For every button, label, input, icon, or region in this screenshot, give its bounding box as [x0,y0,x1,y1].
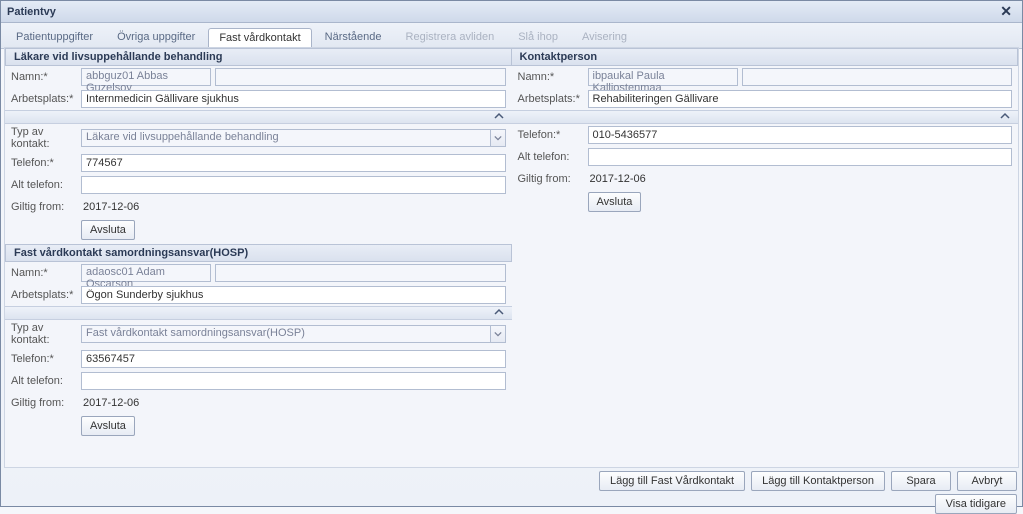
avsluta-button-2[interactable]: Avsluta [81,416,135,436]
alttelefon-field-r[interactable] [588,148,1013,166]
arbetsplats-field-2[interactable] [81,286,506,304]
giltig-value-1: 2017-12-06 [81,201,139,213]
collapse-toggle-2[interactable] [5,306,512,320]
left-column: Läkare vid livsuppehållande behandling N… [5,48,512,467]
close-icon[interactable]: ✕ [996,3,1016,20]
collapse-toggle-r[interactable] [512,110,1019,124]
window-title: Patientvy [7,6,56,18]
namn-field[interactable]: abbguz01 Abbas Guzelsoy [81,68,211,86]
alttelefon-field-1[interactable] [81,176,506,194]
label-telefon: Telefon:* [11,157,81,169]
lagg-till-kontaktperson-button[interactable]: Lägg till Kontaktperson [751,471,885,491]
arbetsplats-field-r[interactable] [588,90,1013,108]
lagg-till-vardkontakt-button[interactable]: Lägg till Fast Vårdkontakt [599,471,745,491]
visa-tidigare-button[interactable]: Visa tidigare [935,494,1017,514]
telefon-field-2[interactable] [81,350,506,368]
tab-registrera-avliden: Registrera avliden [395,27,506,48]
label-alttelefon: Alt telefon: [518,151,588,163]
label-alttelefon: Alt telefon: [11,179,81,191]
titlebar: Patientvy ✕ [1,1,1022,23]
arbetsplats-field[interactable] [81,90,506,108]
label-arbetsplats: Arbetsplats:* [518,93,588,105]
chevron-up-icon [494,111,504,124]
label-telefon: Telefon:* [11,353,81,365]
collapse-toggle-1[interactable] [5,110,512,124]
footer: Lägg till Fast Vårdkontakt Lägg till Kon… [4,471,1019,503]
avbryt-button[interactable]: Avbryt [957,471,1017,491]
label-namn: Namn:* [518,71,588,83]
tab-ovriga-uppgifter[interactable]: Övriga uppgifter [106,27,206,48]
label-typ: Typ av kontakt: [11,322,81,346]
label-telefon: Telefon:* [518,129,588,141]
label-arbetsplats: Arbetsplats:* [11,289,81,301]
tab-narstaende[interactable]: Närstående [314,27,393,48]
giltig-value-2: 2017-12-06 [81,397,139,409]
chevron-down-icon [490,325,506,343]
label-giltig: Giltig from: [11,201,81,213]
typ-value: Läkare vid livsuppehållande behandling [81,129,490,147]
chevron-down-icon [490,129,506,147]
typ-value-2: Fast vårdkontakt samordningsansvar(HOSP) [81,325,490,343]
tab-fast-vardkontakt[interactable]: Fast vårdkontakt [208,28,311,49]
content-area: Läkare vid livsuppehållande behandling N… [4,47,1019,468]
section-header-lakare: Läkare vid livsuppehållande behandling [5,48,512,66]
namn-trail-2 [215,264,506,282]
chevron-up-icon [494,307,504,320]
telefon-field-1[interactable] [81,154,506,172]
namn-field-2[interactable]: adaosc01 Adam Oscarson [81,264,211,282]
tab-patientuppgifter[interactable]: Patientuppgifter [5,27,104,48]
right-column: Kontaktperson Namn:* ibpaukal Paula Kall… [512,48,1019,467]
avsluta-button-r[interactable]: Avsluta [588,192,642,212]
section-header-kontaktperson: Kontaktperson [512,48,1019,66]
spara-button[interactable]: Spara [891,471,951,491]
namn-trail [215,68,506,86]
patientvy-window: Patientvy ✕ Patientuppgifter Övriga uppg… [0,0,1023,507]
namn-field-r[interactable]: ibpaukal Paula Kalliostenmaa [588,68,738,86]
label-giltig: Giltig from: [518,173,588,185]
label-typ: Typ av kontakt: [11,126,81,150]
typ-dropdown-2[interactable]: Fast vårdkontakt samordningsansvar(HOSP) [81,325,506,343]
tab-sla-ihop: Slå ihop [507,27,569,48]
label-namn: Namn:* [11,267,81,279]
section-header-hosp: Fast vårdkontakt samordningsansvar(HOSP) [5,244,512,262]
giltig-value-r: 2017-12-06 [588,173,646,185]
namn-trail-r [742,68,1013,86]
tab-strip: Patientuppgifter Övriga uppgifter Fast v… [1,23,1022,49]
label-giltig: Giltig from: [11,397,81,409]
alttelefon-field-2[interactable] [81,372,506,390]
chevron-up-icon [1000,111,1010,124]
avsluta-button-1[interactable]: Avsluta [81,220,135,240]
label-arbetsplats: Arbetsplats:* [11,93,81,105]
typ-dropdown-1[interactable]: Läkare vid livsuppehållande behandling [81,129,506,147]
tab-avisering: Avisering [571,27,638,48]
label-namn: Namn:* [11,71,81,83]
label-alttelefon: Alt telefon: [11,375,81,387]
telefon-field-r[interactable] [588,126,1013,144]
